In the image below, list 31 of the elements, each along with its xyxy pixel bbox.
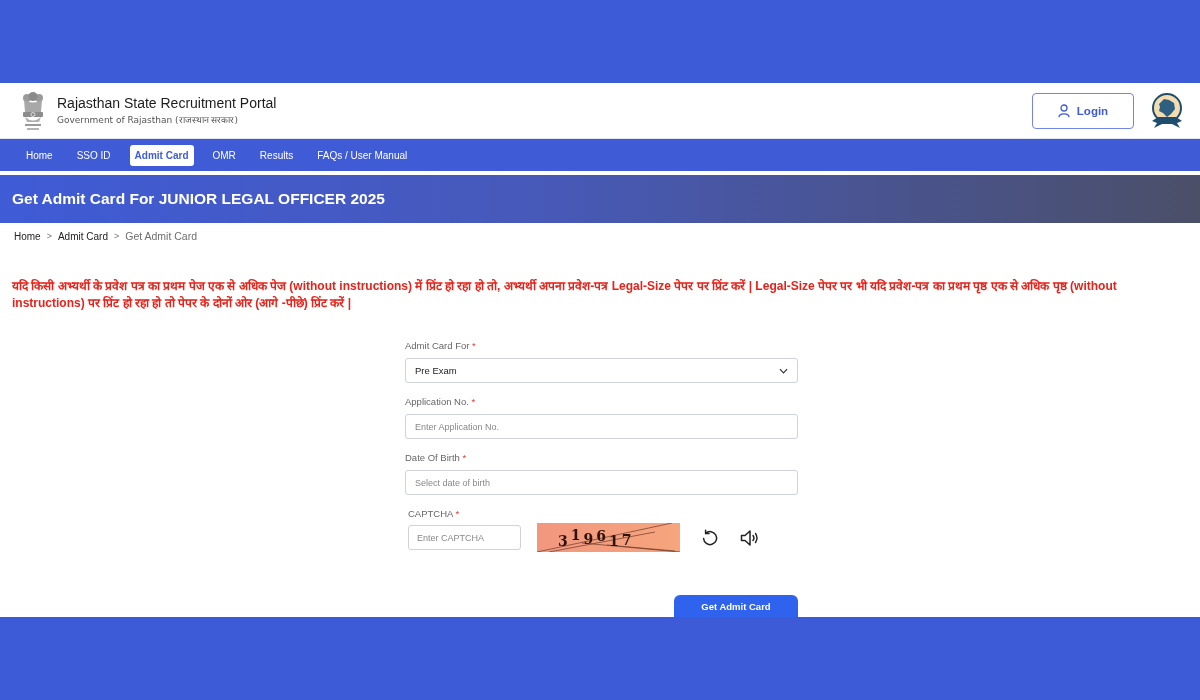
page-title: Get Admit Card For JUNIOR LEGAL OFFICER 2025 [12, 190, 385, 208]
breadcrumb-separator: > [113, 231, 120, 241]
chevron-down-icon [779, 367, 788, 374]
current-page-text: Get Admit Card [125, 230, 197, 242]
breadcrumb-link[interactable]: Home [14, 230, 41, 242]
input-field[interactable]: Enter Application No. [405, 414, 798, 439]
nav-tab[interactable]: Home [21, 144, 58, 166]
field-label: Date Of Birth * [405, 452, 467, 464]
site-title: Rajasthan State Recruitment Portal [57, 95, 277, 111]
seal-icon [1150, 91, 1184, 130]
get-admit-card-button[interactable]: Get Admit Card [674, 595, 798, 617]
dropdown[interactable]: Pre Exam [405, 358, 798, 383]
nav-tab[interactable]: Admit Card [129, 144, 194, 166]
nav-tab[interactable]: FAQs / User Manual [312, 144, 413, 166]
user-icon [1057, 103, 1070, 118]
speaker-icon[interactable] [740, 528, 760, 547]
refresh-icon[interactable] [701, 528, 719, 547]
field-label: Admit Card For * [405, 340, 476, 352]
nav-tab[interactable]: Results [254, 144, 299, 166]
nav-tab[interactable]: SSO ID [71, 144, 116, 166]
field-label: CAPTCHA * [408, 508, 460, 520]
breadcrumb-link[interactable]: Admit Card [57, 230, 108, 242]
breadcrumb-separator: > [46, 231, 52, 241]
emblem-icon [20, 90, 46, 131]
captcha-field[interactable]: Enter CAPTCHA [408, 525, 521, 550]
nav-tab[interactable]: OMR [207, 144, 241, 166]
site-subtitle: Government of Rajasthan (राजस्थान सरकार) [57, 115, 239, 126]
date-field[interactable]: Select date of birth [405, 470, 798, 495]
login-button[interactable]: Login [1032, 92, 1134, 129]
field-label: Application No. * [405, 396, 476, 408]
notice-text: यदि किसी अभ्यर्थी के प्रवेश पत्र का प्रथम पेज एक से अधिक पेज (without instructions) में प्रिंट हो रहा हो तो, अभ्यर्थी अपना प्रवेश-पत्र Legal-Size पेपर पर प्रिंट करें | Legal-Size पेपर पर भी यदि प्रवेश-पत्र का प्रथम पृष्ठ एक से अधिक पृष्ठ (without instructions) पर प्रिंट हो रहा हो तो पेपर के दोनों ओर (आगे -पीछे) प्रिंट करें | [12, 278, 1118, 312]
